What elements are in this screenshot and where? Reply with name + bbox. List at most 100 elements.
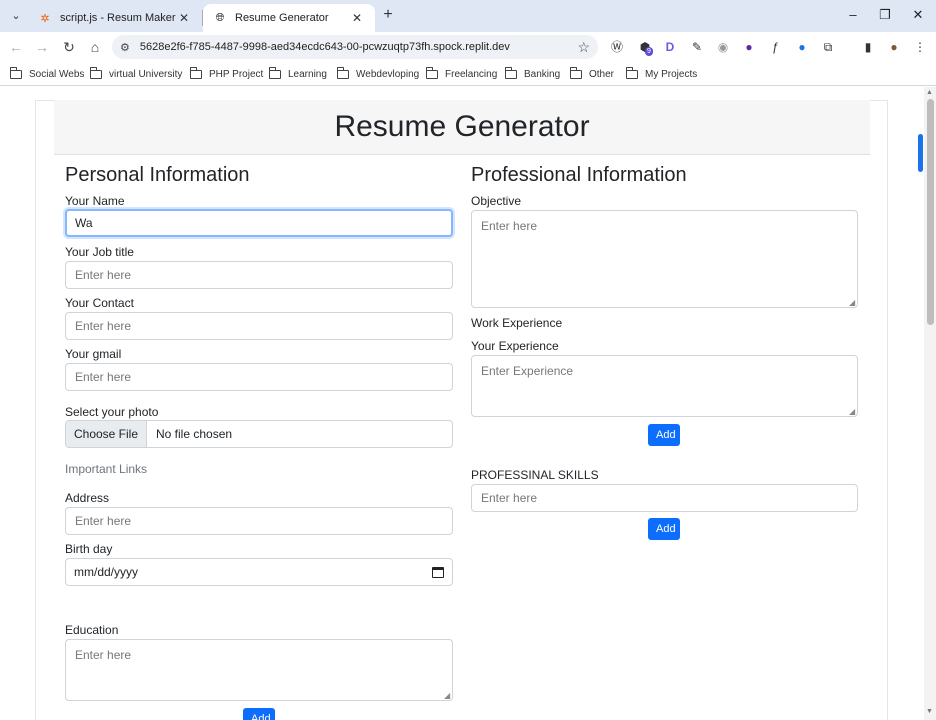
- new-tab-button[interactable]: +: [379, 6, 397, 24]
- bookmarks-bar: Social Webs virtual University PHP Proje…: [0, 62, 936, 86]
- skills-input[interactable]: [471, 484, 858, 512]
- restore-button[interactable]: ❐: [873, 6, 897, 24]
- folder-icon: [90, 66, 102, 79]
- bookmark-folder[interactable]: Learning: [269, 66, 327, 82]
- globe-icon: 🌐︎: [215, 11, 225, 24]
- reload-icon[interactable]: ↻: [59, 37, 79, 57]
- scrollbar-thumb[interactable]: [927, 99, 934, 325]
- job-title-input[interactable]: [65, 261, 453, 289]
- bookmark-label: virtual University: [109, 68, 183, 80]
- tab-script-js[interactable]: ✲ script.js - Resum Maker - Replit ✕: [28, 4, 202, 32]
- close-tab-icon[interactable]: ✕: [176, 11, 192, 25]
- url-text[interactable]: 5628e2f6-f785-4487-9998-aed34ecdc643-00-…: [140, 41, 578, 53]
- gmail-label: Your gmail: [65, 347, 122, 361]
- address-label: Address: [65, 491, 110, 505]
- tab-resume-generator[interactable]: 🌐︎ Resume Generator ✕: [203, 4, 375, 32]
- photo-file-input[interactable]: Choose File No file chosen: [65, 420, 453, 448]
- profile-avatar-icon[interactable]: ●: [886, 39, 902, 55]
- close-tab-icon[interactable]: ✕: [349, 11, 365, 25]
- page-viewport: Resume Generator Personal Information Yo…: [0, 87, 924, 720]
- file-status-text: No file chosen: [156, 427, 233, 441]
- resize-grip-icon[interactable]: ◢: [444, 692, 452, 700]
- contact-input[interactable]: [65, 312, 453, 340]
- date-placeholder: mm/dd/yyyy: [74, 565, 139, 579]
- bookmark-folder[interactable]: Webdevloping: [337, 66, 419, 82]
- folder-icon: [426, 66, 438, 79]
- name-input[interactable]: [65, 209, 453, 237]
- objective-textarea[interactable]: [471, 210, 858, 308]
- scroll-down-arrow-icon[interactable]: ▼: [926, 708, 933, 715]
- experience-textarea[interactable]: [471, 355, 858, 417]
- blue-extension-icon[interactable]: ●: [794, 39, 810, 55]
- bookmark-star-icon[interactable]: ☆: [577, 39, 590, 56]
- d-extension-icon[interactable]: D: [662, 39, 678, 55]
- bookmark-folder[interactable]: Other: [570, 66, 614, 82]
- bookmark-folder[interactable]: Social Webs: [10, 66, 84, 82]
- back-arrow-icon[interactable]: ←: [6, 37, 26, 57]
- folder-icon: [626, 66, 638, 79]
- gmail-input[interactable]: [65, 363, 453, 391]
- tab-search-chevron-icon[interactable]: ⌄: [6, 5, 26, 25]
- bookmark-folder[interactable]: Banking: [505, 66, 560, 82]
- bookmark-label: Other: [589, 68, 615, 80]
- personal-info-heading: Personal Information: [65, 164, 250, 186]
- contact-label: Your Contact: [65, 296, 134, 310]
- education-add-button[interactable]: Add: [243, 708, 275, 720]
- tab-title: script.js - Resum Maker - Replit: [60, 12, 176, 24]
- objective-label: Objective: [471, 194, 522, 208]
- resize-grip-icon[interactable]: ◢: [849, 408, 857, 416]
- address-bar[interactable]: ⚙ 5628e2f6-f785-4487-9998-aed34ecdc643-0…: [112, 35, 598, 59]
- replit-favicon-icon: ✲: [40, 12, 50, 25]
- experience-add-button[interactable]: Add: [648, 424, 680, 446]
- bookmark-label: Social Webs: [29, 68, 85, 80]
- folder-icon: [10, 66, 22, 79]
- folder-icon: [269, 66, 281, 79]
- work-experience-label: Work Experience: [471, 316, 563, 330]
- education-textarea[interactable]: [65, 639, 453, 701]
- eyedropper-extension-icon[interactable]: ✎: [689, 39, 705, 55]
- scroll-up-arrow-icon[interactable]: ▲: [926, 89, 933, 96]
- bookmark-folder[interactable]: My Projects: [626, 66, 697, 82]
- page-title: Resume Generator: [334, 110, 590, 143]
- skills-label: PROFESSINAL SKILLS: [471, 468, 599, 482]
- wordpress-extension-icon[interactable]: Ⓦ: [609, 39, 625, 55]
- photo-label: Select your photo: [65, 405, 159, 419]
- bookmark-label: PHP Project: [209, 68, 264, 80]
- download-extension-icon[interactable]: ●: [741, 39, 757, 55]
- puzzle-extensions-icon[interactable]: ⧉: [820, 39, 836, 55]
- birthday-date-input[interactable]: mm/dd/yyyy: [65, 558, 453, 586]
- side-panel-icon[interactable]: ▮: [860, 39, 876, 55]
- minimize-button[interactable]: –: [841, 6, 865, 24]
- folder-icon: [505, 66, 517, 79]
- camera-extension-icon[interactable]: ◉: [715, 39, 731, 55]
- important-links-label: Important Links: [65, 462, 148, 476]
- skills-add-button[interactable]: Add: [648, 518, 680, 540]
- resize-grip-icon[interactable]: ◢: [849, 299, 857, 307]
- forward-arrow-icon[interactable]: →: [32, 37, 52, 57]
- birthday-label: Birth day: [65, 542, 113, 556]
- home-icon[interactable]: ⌂: [85, 37, 105, 57]
- folder-icon: [190, 66, 202, 79]
- formula-extension-icon[interactable]: ƒ: [767, 39, 783, 55]
- folder-icon: [570, 66, 582, 79]
- extension-with-badge-icon[interactable]: ⬢ 9: [637, 39, 653, 56]
- side-panel-tab[interactable]: [918, 134, 923, 172]
- close-window-button[interactable]: ✕: [906, 6, 930, 24]
- job-title-label: Your Job title: [65, 245, 134, 259]
- page-scrollbar[interactable]: ▲ ▼: [924, 87, 936, 720]
- extension-badge: 9: [645, 47, 653, 56]
- choose-file-button[interactable]: Choose File: [66, 421, 147, 447]
- bookmark-label: Banking: [524, 68, 561, 80]
- bookmark-label: Freelancing: [445, 68, 498, 80]
- bookmark-label: My Projects: [645, 68, 698, 80]
- calendar-icon[interactable]: [432, 566, 444, 578]
- bookmark-folder[interactable]: PHP Project: [190, 66, 263, 82]
- site-settings-icon[interactable]: ⚙: [120, 41, 130, 54]
- folder-icon: [337, 66, 349, 79]
- menu-kebab-icon[interactable]: ⋮: [912, 39, 928, 55]
- bookmark-folder[interactable]: virtual University: [90, 66, 182, 82]
- name-label: Your Name: [65, 194, 125, 208]
- address-input[interactable]: [65, 507, 453, 535]
- your-experience-label: Your Experience: [471, 339, 559, 353]
- bookmark-folder[interactable]: Freelancing: [426, 66, 497, 82]
